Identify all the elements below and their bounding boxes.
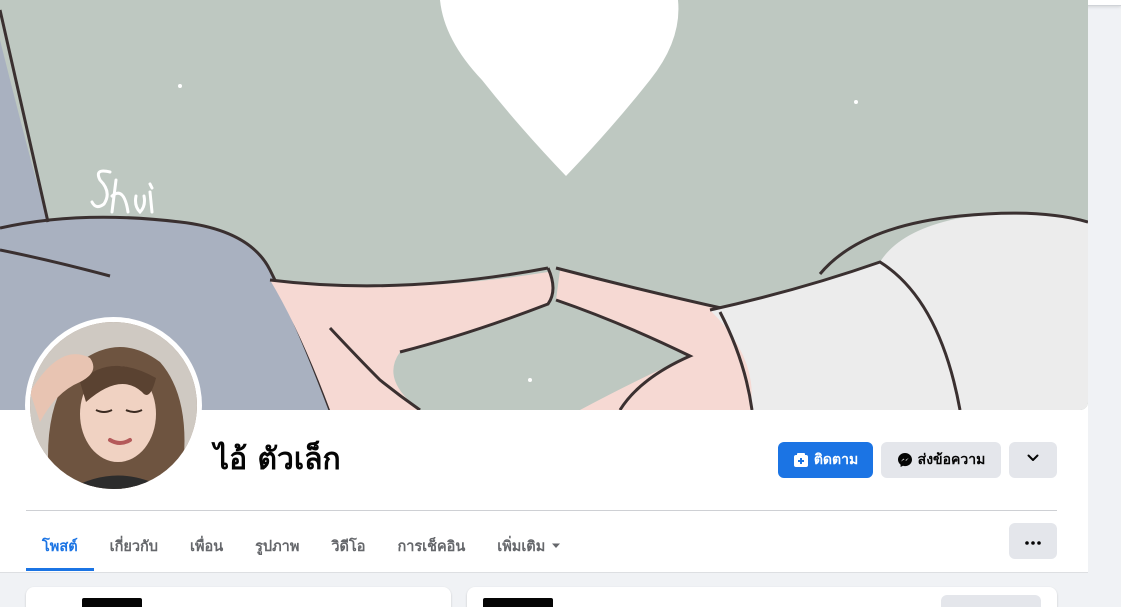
avatar-photo [30, 322, 197, 489]
tab-label: รูปภาพ [255, 538, 300, 555]
follow-button[interactable]: ติดตาม [778, 442, 873, 478]
tab-about[interactable]: เกี่ยวกับ [94, 521, 174, 571]
follow-icon [793, 452, 809, 468]
profile-page: ไอ้ ตัวเล็ก ติดตาม ส่งข้อความ โพสต์ เกี่… [0, 0, 1121, 607]
card-heading-clipped [483, 598, 553, 607]
profile-name: ไอ้ ตัวเล็ก [214, 442, 341, 477]
tab-label: โพสต์ [42, 538, 78, 555]
message-label: ส่งข้อความ [917, 452, 986, 468]
scrollbar-track[interactable] [1088, 0, 1121, 607]
card-heading-clipped [82, 598, 142, 607]
more-options-button[interactable] [1009, 523, 1057, 559]
message-button[interactable]: ส่งข้อความ [881, 442, 1001, 478]
more-dots-icon [1025, 533, 1041, 549]
tab-more[interactable]: เพิ่มเติม [481, 521, 577, 571]
tab-label: เพิ่มเติม [497, 538, 546, 555]
tab-label: การเช็คอิน [397, 538, 466, 555]
tab-label: เกี่ยวกับ [109, 538, 158, 555]
tab-posts[interactable]: โพสต์ [26, 521, 94, 571]
more-actions-button[interactable] [1009, 442, 1057, 478]
follow-label: ติดตาม [813, 452, 859, 468]
tab-friends[interactable]: เพื่อน [174, 521, 239, 571]
filters-button[interactable] [941, 595, 1041, 607]
tab-label: เพื่อน [189, 538, 224, 555]
posts-card [467, 587, 1057, 607]
chevron-down-icon [1026, 451, 1040, 469]
tab-photos[interactable]: รูปภาพ [239, 521, 315, 571]
avatar[interactable] [25, 317, 202, 494]
intro-card [26, 587, 451, 607]
tab-videos[interactable]: วิดีโอ [315, 521, 381, 571]
tab-checkins[interactable]: การเช็คอิน [381, 521, 481, 571]
messenger-icon [897, 452, 913, 468]
tab-label: วิดีโอ [331, 538, 366, 555]
header-divider [26, 510, 1057, 511]
caret-down-icon [551, 542, 561, 550]
profile-tabs: โพสต์ เกี่ยวกับ เพื่อน รูปภาพ วิดีโอ การ… [26, 521, 577, 571]
